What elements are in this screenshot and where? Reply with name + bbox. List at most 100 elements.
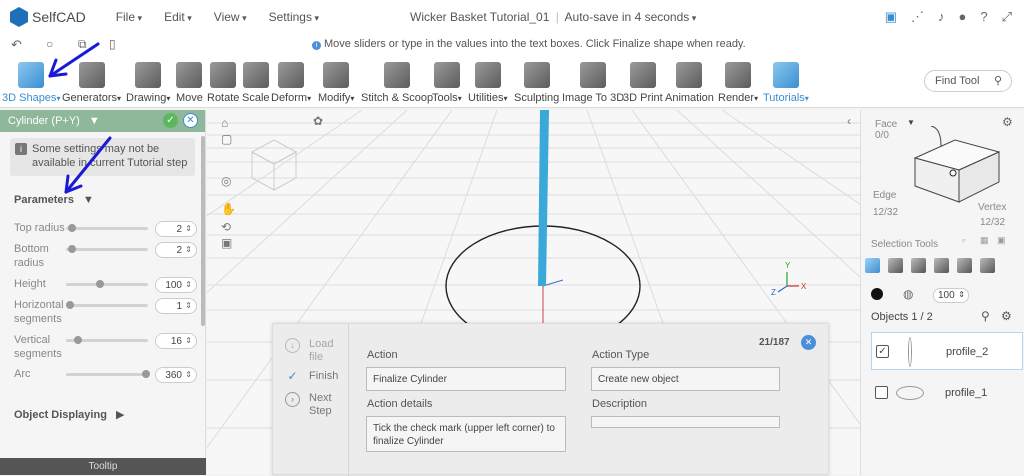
gear-icon[interactable]: ⚙ [1001, 309, 1012, 323]
param-value-input[interactable]: 2 [155, 242, 197, 258]
tool-drawing[interactable]: Drawing [126, 62, 170, 104]
tool-image-to-3d[interactable]: Image To 3D [562, 62, 624, 104]
chevron-right-icon[interactable]: ▶ [116, 409, 124, 421]
brush-soft-icon[interactable]: ◍ [903, 287, 913, 301]
menu-view[interactable]: View [214, 10, 247, 24]
rotate-view-icon[interactable]: ⟲ [221, 220, 231, 234]
param-value-input[interactable]: 360 [155, 367, 197, 383]
app-logo[interactable]: SelfCAD [10, 7, 86, 27]
chevron-down-icon[interactable]: ▼ [89, 115, 100, 127]
slider-knob[interactable] [67, 245, 76, 253]
tool-generators[interactable]: Generators [62, 62, 121, 104]
redo-icon[interactable]: ○ [46, 37, 53, 51]
param-slider[interactable] [66, 224, 148, 232]
delete-icon[interactable]: ▯ [109, 37, 116, 51]
select-loop-icon[interactable] [957, 258, 972, 273]
tool-sculpting[interactable]: Sculpting [514, 62, 559, 104]
notice-text: Some settings may not be available in cu… [32, 143, 188, 169]
param-value-input[interactable]: 100 [155, 277, 197, 293]
slider-knob[interactable] [96, 280, 105, 288]
tool-render[interactable]: Render [718, 62, 758, 104]
user-icon[interactable]: ● [959, 9, 967, 25]
save-icon[interactable]: ▣ [885, 9, 897, 25]
parameters-header[interactable]: Parameters ▼ [14, 194, 94, 206]
cylinder-object[interactable] [538, 110, 549, 286]
share-icon[interactable]: ⋰ [911, 9, 924, 25]
home-icon[interactable]: ⌂ [221, 116, 228, 130]
chevron-down-icon[interactable]: ▼ [83, 194, 94, 206]
autosave-chevron-down-icon[interactable]: ▾ [689, 13, 697, 23]
globe-icon[interactable]: ◎ [221, 174, 231, 188]
tooltip-bar[interactable]: Tooltip [0, 458, 206, 475]
slider-knob[interactable] [142, 370, 150, 378]
select-plane-icon[interactable] [980, 258, 995, 273]
undo-icon[interactable]: ↶ [11, 37, 22, 53]
tool-modify[interactable]: Modify [318, 62, 354, 104]
selection-mode-cube[interactable] [901, 126, 1011, 206]
pan-hand-icon[interactable]: ✋ [221, 202, 236, 216]
param-value-input[interactable]: 16 [155, 333, 197, 349]
fullscreen-icon[interactable]: ⤢ [1002, 9, 1012, 25]
help-icon[interactable]: ? [980, 9, 987, 25]
slider-knob[interactable] [73, 336, 82, 344]
param-slider[interactable] [66, 336, 148, 344]
param-slider[interactable] [66, 301, 148, 309]
action-details-label: Action details [367, 398, 433, 410]
tool-animation[interactable]: Animation [665, 62, 714, 104]
close-tutorial-button[interactable]: ✕ [801, 335, 816, 350]
left-panel: Cylinder (P+Y) ▼ ✓ ✕ i Some settings may… [0, 110, 206, 475]
tool-stitch-scoop[interactable]: Stitch & Scoop [361, 62, 433, 104]
select-all-icon[interactable]: ▫ [962, 235, 965, 245]
lock-icon[interactable]: ▣ [221, 236, 232, 250]
select-cube-icon[interactable] [865, 258, 880, 273]
param-value: 360 [165, 370, 182, 381]
object-checkbox[interactable]: ✓ [876, 345, 889, 358]
autosave-status[interactable]: Auto-save in 4 seconds [565, 10, 690, 24]
select-invert-icon[interactable]: ▣ [997, 235, 1006, 246]
tool-3d-print[interactable]: 3D Print [623, 62, 663, 104]
stitch-scoop-icon [384, 62, 411, 88]
object-row-profile-2[interactable]: ✓ profile_2 [871, 332, 1023, 370]
search-icon[interactable]: ⚲ [981, 309, 990, 323]
brush-shape-icon[interactable] [871, 288, 883, 300]
tool-utilities[interactable]: Utilities [468, 62, 507, 104]
bell-icon[interactable]: ♪ [938, 9, 945, 25]
param-slider[interactable] [66, 280, 148, 288]
description-label: Description [592, 398, 648, 410]
object-row-profile-1[interactable]: profile_1 [871, 374, 1023, 412]
tool-deform[interactable]: Deform [271, 62, 311, 104]
select-mode-icon[interactable]: ▦ [980, 235, 989, 246]
select-wire-icon[interactable] [888, 258, 903, 273]
tool-3d-shapes[interactable]: 3D Shapes [2, 62, 60, 104]
param-slider[interactable] [66, 245, 148, 253]
finalize-check-button[interactable]: ✓ [163, 113, 178, 128]
brush-size-input[interactable]: 100 ⇕ [933, 288, 969, 303]
menu-edit[interactable]: Edit [164, 10, 192, 24]
param-value-input[interactable]: 2 [155, 221, 197, 237]
find-tool-input[interactable]: Find Tool ⚲ [924, 70, 1012, 92]
object-checkbox[interactable] [875, 386, 888, 399]
slider-knob[interactable] [66, 301, 74, 309]
select-paint-icon[interactable] [911, 258, 926, 273]
copy-icon[interactable]: ⧉ [78, 37, 87, 52]
tool-move[interactable]: Move [176, 62, 203, 104]
param-value-input[interactable]: 1 [155, 298, 197, 314]
menu-settings[interactable]: Settings [269, 10, 319, 24]
select-faces-icon[interactable] [934, 258, 949, 273]
panel-scrollbar[interactable] [201, 136, 205, 326]
tool-rotate[interactable]: Rotate [207, 62, 239, 104]
fit-view-icon[interactable]: ▢ [221, 132, 232, 146]
object-displaying-section[interactable]: Object Displaying ▶ [14, 408, 124, 421]
settings-bug-icon[interactable]: ✿ [313, 114, 323, 128]
stepper-icon[interactable]: ⇕ [958, 290, 965, 299]
slider-knob[interactable] [67, 224, 76, 232]
doc-title[interactable]: Wicker Basket Tutorial_01 [410, 10, 549, 24]
cancel-shape-button[interactable]: ✕ [183, 113, 198, 128]
tool-tools[interactable]: Tools [432, 62, 462, 104]
collapse-right-panel-icon[interactable]: ‹ [847, 114, 851, 128]
tool-tutorials[interactable]: Tutorials [763, 62, 809, 104]
menu-file[interactable]: File [116, 10, 142, 24]
tool-scale[interactable]: Scale [242, 62, 270, 104]
param-slider[interactable] [66, 370, 150, 378]
document-title[interactable]: Wicker Basket Tutorial_01 | Auto-save in… [410, 10, 696, 24]
